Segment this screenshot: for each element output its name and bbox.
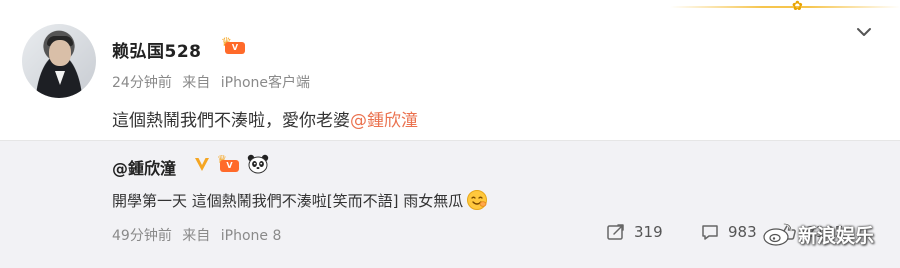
comment-button[interactable]: 983: [700, 221, 757, 243]
share-icon: [607, 224, 624, 240]
reposted-weibo[interactable]: @鍾欣潼 ♛ V 開學第一天 這個熱鬧我們不湊啦[笑而不語] 雨女無瓜: [0, 140, 900, 268]
repost-button[interactable]: 319: [606, 221, 663, 243]
repost-content: 開學第一天 這個熱鬧我們不湊啦[笑而不語] 雨女無瓜: [112, 189, 488, 211]
repost-badges: ♛ V: [193, 153, 269, 175]
vip-tag: V: [220, 160, 239, 172]
post-text: 這個熱鬧我們不湊啦，愛你老婆: [112, 111, 350, 131]
post-meta: 24分钟前 来自 iPhone客户端: [112, 72, 310, 92]
avatar-face: [49, 40, 71, 66]
post-username[interactable]: 赖弘国528: [112, 37, 202, 62]
avatar-shirt: [55, 71, 65, 85]
watermark-text: 新浪娱乐: [798, 224, 875, 247]
vip-crown-icon[interactable]: ♛ V: [217, 154, 241, 174]
repost-username[interactable]: @鍾欣潼: [112, 155, 176, 179]
verified-v-icon[interactable]: [193, 155, 211, 173]
avatar[interactable]: [22, 24, 96, 98]
post-mention-link[interactable]: @鍾欣潼: [350, 111, 418, 131]
repost-count: 319: [634, 223, 663, 241]
post-time[interactable]: 24分钟前: [112, 75, 172, 91]
post-source-prefix: 来自: [182, 75, 211, 91]
comment-icon: [702, 225, 718, 240]
repost-meta: 49分钟前 来自 iPhone 8: [112, 225, 281, 245]
repost-text: 開學第一天 這個熱鬧我們不湊啦[笑而不語] 雨女無瓜: [112, 192, 464, 210]
chevron-down-icon[interactable]: [854, 22, 874, 42]
vip-tag: V: [225, 42, 245, 54]
weibo-logo-icon: [763, 223, 792, 246]
repost-time[interactable]: 49分钟前: [112, 228, 172, 244]
smile-emoji-icon: [466, 189, 488, 211]
vip-badge-icon[interactable]: ♛ V: [221, 36, 247, 56]
post-content: 這個熱鬧我們不湊啦，愛你老婆@鍾欣潼: [112, 106, 418, 131]
panda-icon[interactable]: [247, 154, 269, 174]
repost-source-app[interactable]: iPhone 8: [221, 228, 282, 244]
sina-ent-watermark: 新浪娱乐: [762, 219, 874, 249]
comment-count: 983: [728, 223, 757, 241]
weibo-post: 赖弘国528 ♛ V 24分钟前 来自 iPhone客户端 這個熱鬧我們不湊啦，…: [0, 0, 900, 140]
repost-source-prefix: 来自: [182, 228, 211, 244]
post-source-app[interactable]: iPhone客户端: [221, 75, 310, 91]
